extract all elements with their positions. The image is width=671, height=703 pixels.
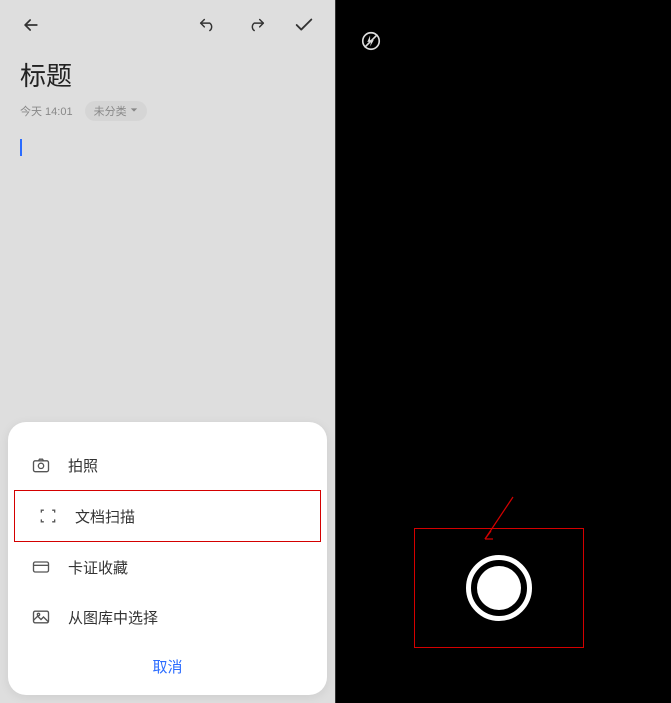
camera-pane	[335, 0, 671, 703]
undo-button[interactable]	[193, 10, 223, 40]
redo-button[interactable]	[241, 10, 271, 40]
back-button[interactable]	[16, 10, 46, 40]
option-label: 从图库中选择	[68, 607, 158, 628]
shutter-highlight-box	[414, 528, 584, 648]
insert-menu-sheet: 拍照 文档扫描 卡证收藏 从图库中选择	[8, 422, 327, 695]
cancel-button[interactable]: 取消	[8, 642, 327, 681]
gallery-icon	[30, 606, 52, 628]
card-icon	[30, 556, 52, 578]
option-document-scan[interactable]: 文档扫描	[14, 490, 321, 542]
note-body[interactable]	[0, 121, 335, 174]
confirm-button[interactable]	[289, 10, 319, 40]
shutter-button[interactable]	[466, 555, 532, 621]
note-title[interactable]: 标题	[0, 50, 335, 95]
shutter-inner	[477, 566, 521, 610]
top-bar	[0, 0, 335, 50]
scan-icon	[37, 505, 59, 527]
camera-icon	[30, 454, 52, 476]
option-card-collect[interactable]: 卡证收藏	[8, 542, 327, 592]
note-category-pill[interactable]: 未分类	[85, 101, 147, 121]
option-from-gallery[interactable]: 从图库中选择	[8, 592, 327, 642]
option-label: 卡证收藏	[68, 557, 128, 578]
caret-down-icon	[130, 105, 138, 117]
note-editor-pane: 标题 今天 14:01 未分类 拍照	[0, 0, 335, 703]
text-cursor	[20, 139, 22, 156]
note-timestamp: 今天 14:01	[20, 103, 73, 119]
note-meta: 今天 14:01 未分类	[0, 95, 335, 121]
option-label: 文档扫描	[75, 506, 135, 527]
no-flash-icon[interactable]	[360, 30, 382, 52]
category-label: 未分类	[94, 103, 127, 119]
option-label: 拍照	[68, 455, 98, 476]
option-take-photo[interactable]: 拍照	[8, 440, 327, 490]
